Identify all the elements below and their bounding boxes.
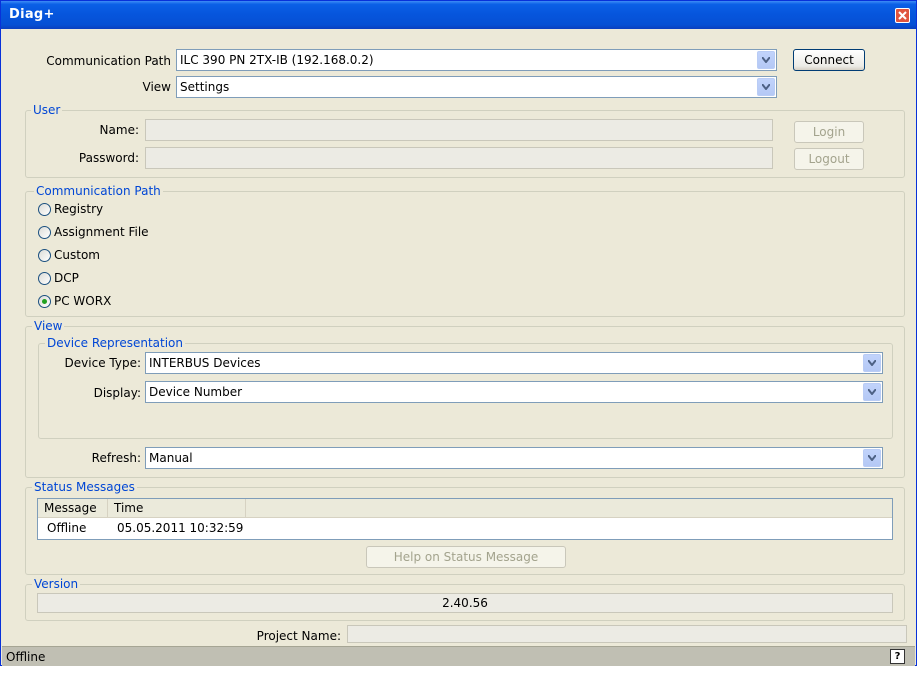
radio-registry-label: Registry (54, 202, 104, 216)
password-field[interactable] (145, 147, 773, 169)
help-on-status-message-button[interactable]: Help on Status Message (366, 546, 566, 568)
chevron-down-icon[interactable] (757, 78, 775, 96)
chevron-down-icon[interactable] (863, 354, 881, 372)
status-messages-title: Status Messages (32, 480, 137, 494)
comm-path-select[interactable]: ILC 390 PN 2TX-IB (192.168.0.2) (176, 49, 777, 71)
cell-message: Offline (47, 521, 87, 535)
version-title: Version (32, 577, 81, 591)
radio-pc-worx[interactable] (38, 295, 51, 308)
close-icon[interactable] (895, 8, 910, 23)
display-label: Display: (93, 386, 141, 400)
view-select[interactable]: Settings (176, 76, 777, 98)
radio-assignment-file-label: Assignment File (54, 225, 149, 239)
login-button[interactable]: Login (794, 121, 864, 143)
name-label: Name: (99, 123, 139, 137)
comm-path-group-title: Communication Path (34, 184, 163, 198)
radio-dcp-label: DCP (54, 271, 79, 285)
radio-registry[interactable] (38, 203, 51, 216)
view-label: View (142, 80, 171, 94)
radio-assignment-file[interactable] (38, 226, 51, 239)
status-bar: Offline ? (2, 646, 915, 666)
refresh-select[interactable]: Manual (145, 447, 883, 469)
comm-path-label: Communication Path (46, 54, 171, 68)
radio-custom[interactable] (38, 249, 51, 262)
column-header-time[interactable]: Time (108, 499, 246, 518)
display-select[interactable]: Device Number (145, 381, 883, 403)
connect-button[interactable]: Connect (793, 49, 865, 71)
help-icon[interactable]: ? (890, 649, 905, 664)
radio-dcp[interactable] (38, 272, 51, 285)
status-messages-list[interactable]: Message Time Offline 05.05.2011 10:32:59 (37, 498, 893, 540)
column-header-message[interactable]: Message (38, 499, 108, 518)
device-type-value: INTERBUS Devices (149, 356, 261, 370)
cell-time: 05.05.2011 10:32:59 (117, 521, 244, 535)
device-type-label: Device Type: (64, 356, 141, 370)
status-bar-text: Offline (6, 650, 46, 664)
title-bar[interactable]: Diag+ (1, 1, 916, 29)
radio-pc-worx-label: PC WORX (54, 294, 112, 308)
chevron-down-icon[interactable] (863, 383, 881, 401)
table-row[interactable]: Offline 05.05.2011 10:32:59 (38, 519, 892, 537)
device-type-select[interactable]: INTERBUS Devices (145, 352, 883, 374)
comm-path-value: ILC 390 PN 2TX-IB (192.168.0.2) (180, 53, 374, 67)
window-title: Diag+ (9, 7, 55, 22)
list-header: Message Time (38, 499, 892, 518)
view-value: Settings (180, 80, 230, 94)
device-representation-title: Device Representation (45, 336, 185, 350)
project-name-field[interactable] (347, 625, 907, 643)
user-group-title: User (31, 103, 63, 117)
chevron-down-icon[interactable] (757, 51, 775, 69)
refresh-value: Manual (149, 451, 193, 465)
project-name-label: Project Name: (256, 629, 341, 643)
password-label: Password: (78, 151, 139, 165)
comm-path-group (25, 191, 905, 317)
diag-window: Diag+ Communication Path ILC 390 PN 2TX-… (0, 0, 917, 666)
view-group-title: View (32, 319, 65, 333)
display-value: Device Number (149, 385, 243, 399)
refresh-label: Refresh: (91, 451, 141, 465)
logout-button[interactable]: Logout (794, 148, 864, 170)
name-field[interactable] (145, 119, 773, 141)
version-value: 2.40.56 (37, 593, 893, 613)
chevron-down-icon[interactable] (863, 449, 881, 467)
radio-custom-label: Custom (54, 248, 100, 262)
